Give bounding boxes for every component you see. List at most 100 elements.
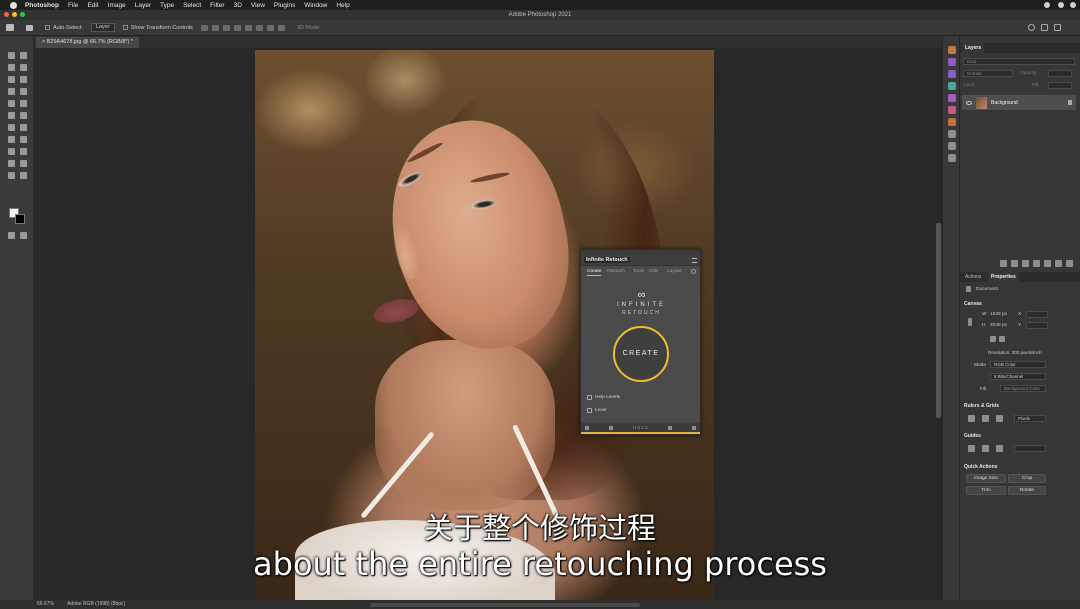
eyedropper-icon[interactable] bbox=[8, 88, 15, 95]
blur-tool-icon[interactable] bbox=[20, 124, 27, 131]
color-profile[interactable]: Adobe RGB (1998) (8bpc) bbox=[67, 601, 125, 607]
tab-tools[interactable]: Tools bbox=[633, 269, 644, 274]
rotate-button[interactable]: Rotate bbox=[1008, 486, 1046, 495]
tab-utils[interactable]: Utils bbox=[649, 269, 658, 274]
bottom-tool-icon[interactable] bbox=[668, 425, 673, 430]
screen-mode-icon[interactable] bbox=[20, 232, 27, 239]
image-size-button[interactable]: Image Size bbox=[966, 474, 1006, 483]
share-icon[interactable] bbox=[1054, 24, 1061, 31]
menu-plugins[interactable]: Plugins bbox=[274, 2, 295, 9]
warning-icon[interactable] bbox=[691, 425, 696, 430]
tab-layers[interactable]: Layers bbox=[962, 43, 985, 53]
create-button[interactable]: CREATE bbox=[613, 326, 669, 382]
apple-menu-icon[interactable] bbox=[10, 1, 17, 9]
pixel-grid-icon[interactable] bbox=[996, 415, 1003, 422]
clone-stamp-icon[interactable] bbox=[20, 100, 27, 107]
layer-filter-search[interactable]: Kind bbox=[963, 58, 1075, 65]
ruler-units-dropdown[interactable]: Pixels bbox=[1014, 415, 1046, 422]
menu-layer[interactable]: Layer bbox=[135, 2, 151, 9]
more-options-icon[interactable] bbox=[277, 24, 285, 31]
crop-tool-icon[interactable] bbox=[8, 76, 15, 83]
canvas-section-title[interactable]: Canvas bbox=[964, 301, 982, 307]
eraser-tool-icon[interactable] bbox=[20, 112, 27, 119]
menu-view[interactable]: View bbox=[251, 2, 265, 9]
menu-image[interactable]: Image bbox=[108, 2, 126, 9]
plugin-icon[interactable] bbox=[948, 70, 956, 78]
close-window-icon[interactable] bbox=[4, 12, 9, 17]
gradient-tool-icon[interactable] bbox=[8, 124, 15, 131]
folder-icon[interactable] bbox=[1044, 260, 1051, 267]
pen-tool-icon[interactable] bbox=[20, 136, 27, 143]
artboard-tool-icon[interactable] bbox=[20, 52, 27, 59]
brush-settings-icon[interactable] bbox=[948, 154, 956, 162]
search-icon[interactable] bbox=[1044, 2, 1050, 8]
zoom-window-icon[interactable] bbox=[20, 12, 25, 17]
dodge-tool-icon[interactable] bbox=[8, 136, 15, 143]
horizontal-scrollbar[interactable] bbox=[370, 603, 640, 607]
new-layer-icon[interactable] bbox=[1055, 260, 1062, 267]
width-value[interactable]: 1638 px bbox=[990, 312, 1007, 317]
minimize-window-icon[interactable] bbox=[12, 12, 17, 17]
fill-dropdown[interactable]: Background Color bbox=[1000, 385, 1046, 392]
landscape-orientation-icon[interactable] bbox=[999, 336, 1005, 342]
bottom-tool-icon[interactable] bbox=[585, 425, 589, 430]
mask-icon[interactable] bbox=[1022, 260, 1029, 267]
panel-title[interactable]: Infinite Retouch bbox=[584, 257, 630, 263]
trash-icon[interactable] bbox=[1066, 260, 1073, 267]
menu-type[interactable]: Type bbox=[160, 2, 174, 9]
background-color-swatch[interactable] bbox=[15, 214, 25, 224]
plugin-icon[interactable] bbox=[948, 106, 956, 114]
search-icon[interactable] bbox=[1028, 24, 1035, 31]
shape-tool-icon[interactable] bbox=[8, 160, 15, 167]
menu-filter[interactable]: Filter bbox=[210, 2, 224, 9]
bottom-tool-icon[interactable] bbox=[608, 425, 613, 430]
grid-icon[interactable] bbox=[982, 415, 989, 422]
crop-button[interactable]: Crop bbox=[1008, 474, 1046, 483]
tab-retouch[interactable]: Retouch bbox=[607, 269, 625, 274]
lock-icon[interactable] bbox=[1068, 100, 1072, 105]
panel-menu-icon[interactable] bbox=[692, 258, 697, 263]
edit-toolbar-icon[interactable] bbox=[20, 172, 27, 179]
quick-mask-icon[interactable] bbox=[8, 232, 15, 239]
auto-select-checkbox[interactable]: Auto-Select: bbox=[45, 25, 83, 31]
vertical-scrollbar[interactable] bbox=[936, 223, 941, 418]
menu-3d[interactable]: 3D bbox=[234, 2, 242, 9]
plugin-icon[interactable] bbox=[948, 82, 956, 90]
menu-select[interactable]: Select bbox=[183, 2, 201, 9]
visibility-eye-icon[interactable] bbox=[966, 100, 972, 105]
guides-section-title[interactable]: Guides bbox=[964, 433, 981, 439]
type-tool-icon[interactable] bbox=[8, 148, 15, 155]
control-center-icon[interactable] bbox=[1058, 2, 1064, 8]
plugin-icon[interactable] bbox=[948, 94, 956, 102]
color-mode-dropdown[interactable]: RGB Color bbox=[990, 361, 1046, 368]
guide-style-dropdown[interactable] bbox=[1014, 445, 1046, 452]
quick-actions-section-title[interactable]: Quick Actions bbox=[964, 464, 997, 470]
x-field[interactable] bbox=[1026, 311, 1048, 318]
tab-properties[interactable]: Properties bbox=[988, 272, 1019, 282]
bottom-letters[interactable]: H S L C bbox=[633, 425, 649, 430]
align-bottom-icon[interactable] bbox=[255, 24, 263, 31]
align-top-icon[interactable] bbox=[233, 24, 241, 31]
help-levels-checkbox[interactable]: Help Levels bbox=[587, 395, 620, 400]
move-tool-icon[interactable] bbox=[8, 52, 15, 59]
magic-wand-icon[interactable] bbox=[20, 64, 27, 71]
lasso-tool-icon[interactable] bbox=[8, 64, 15, 71]
show-transform-checkbox[interactable]: Show Transform Controls bbox=[122, 25, 193, 31]
y-field[interactable] bbox=[1026, 322, 1048, 329]
hand-tool-icon[interactable] bbox=[20, 160, 27, 167]
path-select-icon[interactable] bbox=[20, 148, 27, 155]
level-checkbox[interactable]: Level bbox=[587, 408, 606, 413]
siri-icon[interactable] bbox=[1070, 2, 1076, 8]
zoom-tool-icon[interactable] bbox=[8, 172, 15, 179]
distribute-icon[interactable] bbox=[266, 24, 274, 31]
align-left-icon[interactable] bbox=[200, 24, 208, 31]
move-tool-icon[interactable] bbox=[26, 24, 37, 31]
fx-icon[interactable] bbox=[1011, 260, 1018, 267]
trim-button[interactable]: Trim bbox=[966, 486, 1006, 495]
link-dimensions-icon[interactable] bbox=[968, 318, 972, 326]
zoom-level[interactable]: 66.67% bbox=[37, 601, 54, 607]
workspace-icon[interactable] bbox=[1041, 24, 1048, 31]
ruler-icon[interactable] bbox=[968, 415, 975, 422]
plugin-icon[interactable] bbox=[948, 118, 956, 126]
guides-icon[interactable] bbox=[968, 445, 975, 452]
